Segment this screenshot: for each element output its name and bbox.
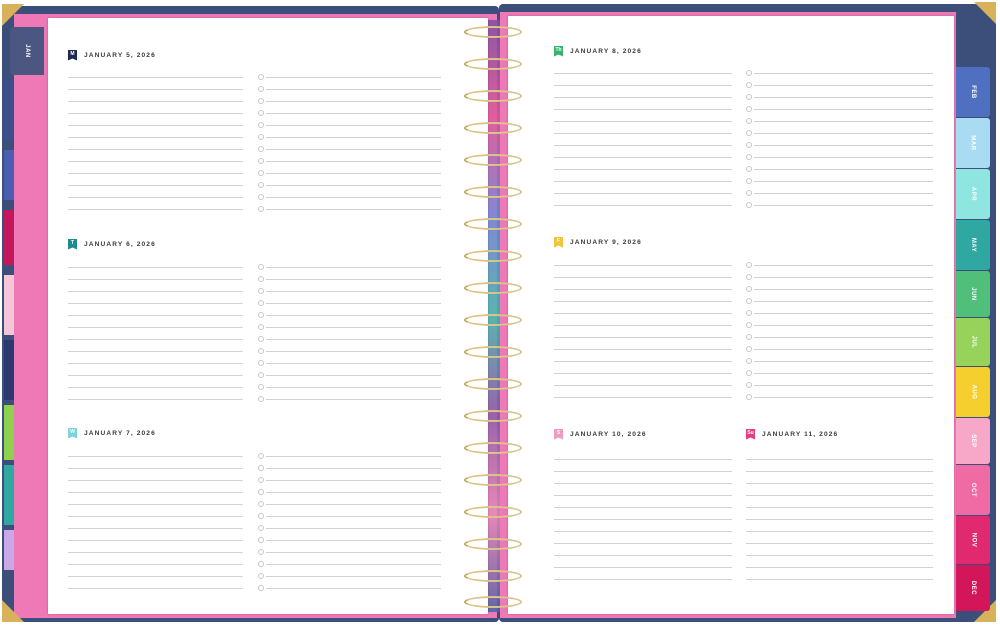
spiral-ring (464, 282, 522, 294)
month-tab-may[interactable]: MAY (956, 220, 990, 270)
day-flag-sunday: Su (746, 428, 755, 440)
cover-stripe (4, 80, 14, 140)
day-block-tuesday: T JANUARY 6, 2026 (68, 238, 156, 250)
notes-lines-thursday[interactable] (554, 73, 732, 213)
spiral-ring (464, 122, 522, 134)
spiral-ring (464, 410, 522, 422)
date-heading: JANUARY 9, 2026 (570, 238, 642, 246)
gold-corner-top-right (974, 2, 996, 24)
month-tab-label: JAN (23, 44, 30, 58)
day-block-monday: M JANUARY 5, 2026 (68, 49, 156, 61)
month-tab-oct[interactable]: OCT (956, 465, 990, 515)
month-tab-mar[interactable]: MAR (956, 118, 990, 168)
month-tab-label: OCT (969, 482, 976, 498)
month-tab-label: APR (969, 186, 976, 202)
month-tab-label: MAY (969, 237, 976, 253)
day-block-wednesday: W JANUARY 7, 2026 (68, 427, 156, 439)
day-flag-tuesday: T (68, 238, 77, 250)
month-tab-label: AUG (970, 384, 976, 400)
spiral-ring (464, 250, 522, 262)
month-tab-label: SEP (969, 434, 976, 448)
cover-stripe (4, 340, 14, 400)
notes-lines-monday[interactable] (68, 77, 243, 217)
date-heading: JANUARY 7, 2026 (84, 429, 156, 437)
spiral-ring (464, 506, 522, 518)
day-flag-monday: M (68, 49, 77, 61)
day-block-friday: F JANUARY 9, 2026 (554, 236, 642, 248)
date-heading: JANUARY 5, 2026 (84, 51, 156, 59)
spiral-ring (464, 186, 522, 198)
month-tab-label: FEB (970, 85, 976, 99)
month-tab-label: MAR (969, 135, 976, 151)
spiral-ring (464, 346, 522, 358)
spiral-ring (464, 442, 522, 454)
spiral-ring (464, 314, 522, 326)
todo-list-wednesday[interactable] (258, 453, 441, 596)
month-tab-apr[interactable]: APR (956, 169, 990, 219)
spiral-ring (464, 154, 522, 166)
date-heading: JANUARY 6, 2026 (84, 240, 156, 248)
notes-lines-wednesday[interactable] (68, 456, 243, 596)
spiral-ring (464, 570, 522, 582)
cover-stripe (4, 150, 14, 200)
notes-lines-saturday[interactable] (554, 459, 732, 589)
day-flag-thursday: Th (554, 45, 563, 57)
month-tab-label: JUL (970, 335, 976, 349)
gold-corner-top-left (2, 4, 24, 26)
day-block-saturday: S JANUARY 10, 2026 (554, 428, 647, 440)
spiral-ring (464, 474, 522, 486)
todo-list-friday[interactable] (746, 262, 933, 405)
spiral-ring (464, 58, 522, 70)
month-tab-aug[interactable]: AUG (956, 367, 990, 417)
spiral-ring (464, 26, 522, 38)
date-heading: JANUARY 11, 2026 (762, 430, 839, 438)
month-tab-jan[interactable]: JAN (10, 27, 44, 75)
month-tab-feb[interactable]: FEB (956, 67, 990, 117)
month-tab-sep[interactable]: SEP (956, 418, 990, 464)
day-block-thursday: Th JANUARY 8, 2026 (554, 45, 642, 57)
cover-stripe (4, 405, 14, 460)
spiral-ring (464, 538, 522, 550)
spiral-ring (464, 378, 522, 390)
cover-stripe (4, 275, 14, 335)
todo-list-thursday[interactable] (746, 70, 933, 213)
date-heading: JANUARY 10, 2026 (570, 430, 647, 438)
month-tab-jul[interactable]: JUL (956, 318, 990, 366)
day-block-sunday: Su JANUARY 11, 2026 (746, 428, 838, 440)
todo-list-monday[interactable] (258, 74, 441, 217)
notes-lines-sunday[interactable] (746, 459, 933, 589)
month-tab-label: JUN (969, 287, 976, 301)
spiral-ring (464, 218, 522, 230)
spiral-ring (464, 90, 522, 102)
cover-stripe (4, 210, 14, 265)
cover-stripe (4, 530, 14, 570)
day-flag-saturday: S (554, 428, 563, 440)
spiral-ring (464, 596, 522, 608)
day-flag-wednesday: W (68, 427, 77, 439)
todo-list-tuesday[interactable] (258, 264, 441, 407)
notes-lines-tuesday[interactable] (68, 267, 243, 407)
day-flag-friday: F (554, 236, 563, 248)
date-heading: JANUARY 8, 2026 (570, 47, 642, 55)
gold-corner-bottom-left (2, 600, 24, 622)
notes-lines-friday[interactable] (554, 265, 732, 405)
month-tab-dec[interactable]: DEC (956, 565, 990, 611)
month-tab-label: NOV (969, 532, 976, 548)
month-tab-nov[interactable]: NOV (956, 516, 990, 564)
month-tab-jun[interactable]: JUN (956, 271, 990, 317)
cover-stripe (4, 465, 14, 525)
month-tab-label: DEC (969, 580, 976, 596)
